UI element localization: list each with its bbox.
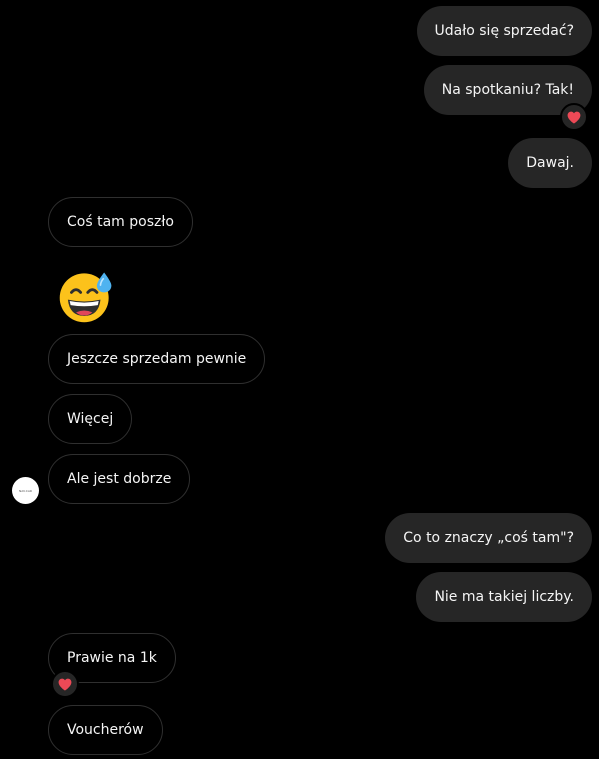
message-text: Nie ma takiej liczby. xyxy=(434,589,574,605)
heart-icon xyxy=(567,111,581,124)
message-bubble-sent[interactable]: Dawaj. xyxy=(508,138,592,188)
message-text: Prawie na 1k xyxy=(67,650,157,666)
message-text: Ale jest dobrze xyxy=(67,471,172,487)
heart-reaction[interactable] xyxy=(51,670,79,698)
message-text: Jeszcze sprzedam pewnie xyxy=(67,351,247,367)
message-bubble-sent[interactable]: Nie ma takiej liczby. xyxy=(416,572,592,622)
message-bubble-received[interactable]: Jeszcze sprzedam pewnie xyxy=(48,334,266,384)
message-bubble-sent[interactable]: Co to znaczy „coś tam"? xyxy=(385,513,592,563)
heart-reaction[interactable] xyxy=(560,103,588,131)
message-bubble-received[interactable]: Więcej xyxy=(48,394,133,444)
message-text: Dawaj. xyxy=(526,155,574,171)
message-text: Co to znaczy „coś tam"? xyxy=(403,530,574,546)
avatar[interactable]: NAV.CAR xyxy=(12,477,39,504)
message-text: Więcej xyxy=(67,411,114,427)
avatar-logo-text: NAV.CAR xyxy=(19,488,32,493)
message-bubble-sent[interactable]: Udało się sprzedać? xyxy=(416,6,592,56)
message-text: Udało się sprzedać? xyxy=(434,23,574,39)
message-text: Coś tam poszło xyxy=(67,214,174,230)
message-text: Voucherów xyxy=(67,722,144,738)
heart-icon xyxy=(58,678,72,691)
message-bubble-received[interactable]: Coś tam poszło xyxy=(48,197,193,247)
message-bubble-received[interactable]: Voucherów xyxy=(48,705,163,755)
grinning-face-with-sweat-icon[interactable] xyxy=(57,267,115,325)
message-bubble-received[interactable]: Ale jest dobrze xyxy=(48,454,191,504)
message-text: Na spotkaniu? Tak! xyxy=(441,82,574,98)
